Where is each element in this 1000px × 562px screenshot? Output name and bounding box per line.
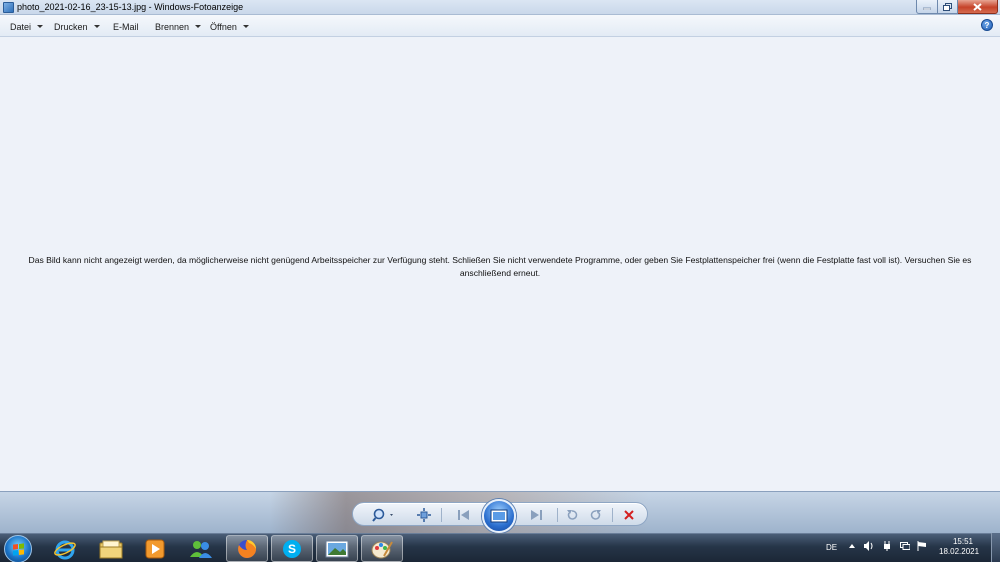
rotate-right-button[interactable] — [587, 507, 605, 523]
power-plug-icon[interactable] — [882, 541, 892, 551]
language-indicator[interactable]: DE — [826, 543, 837, 552]
slideshow-icon — [490, 509, 508, 523]
slideshow-button[interactable] — [482, 499, 516, 533]
window-controls — [916, 0, 998, 14]
delete-icon — [624, 510, 634, 520]
menu-oeffnen[interactable]: Öffnen — [210, 20, 249, 33]
skype-icon: S — [283, 539, 301, 558]
maximize-button[interactable] — [938, 0, 958, 14]
firefox-icon — [238, 539, 257, 558]
svg-text:S: S — [288, 542, 296, 556]
rotate-left-icon — [567, 510, 578, 520]
volume-icon[interactable] — [863, 541, 873, 551]
title-bar: photo_2021-02-16_23-15-13.jpg - Windows-… — [0, 0, 1000, 15]
taskbar-app-explorer[interactable] — [90, 535, 132, 562]
windows-logo-icon — [13, 543, 24, 556]
menu-bar: Datei Drucken E-Mail Brennen Öffnen — [0, 15, 1000, 37]
close-icon — [973, 2, 982, 11]
taskbar-app-skype[interactable]: S — [271, 535, 313, 562]
clock-date: 18.02.2021 — [939, 547, 980, 556]
taskbar-app-photo-viewer[interactable] — [316, 535, 358, 562]
divider — [441, 508, 442, 522]
chevron-down-icon — [37, 25, 44, 28]
file-explorer-icon — [99, 540, 123, 558]
media-player-icon — [145, 539, 165, 558]
zoom-icon — [372, 508, 393, 522]
previous-icon — [458, 510, 469, 520]
start-button[interactable] — [4, 535, 32, 562]
window-title: photo_2021-02-16_23-15-13.jpg - Windows-… — [17, 2, 244, 12]
taskbar-app-firefox[interactable] — [226, 535, 268, 562]
error-message: Das Bild kann nicht angezeigt werden, da… — [28, 255, 972, 278]
taskbar-app-paint[interactable] — [361, 535, 403, 562]
clock-time: 15:51 — [952, 537, 974, 546]
menu-brennen[interactable]: Brennen — [155, 20, 202, 33]
show-desktop-button[interactable] — [991, 533, 1000, 562]
zoom-button[interactable] — [371, 507, 397, 523]
internet-explorer-icon — [54, 540, 76, 559]
action-center-flag-icon[interactable] — [917, 541, 927, 551]
taskbar-app-messenger[interactable] — [180, 535, 222, 562]
help-icon[interactable]: ? — [981, 19, 993, 31]
chevron-down-icon — [93, 25, 100, 28]
chevron-down-icon — [195, 25, 202, 28]
fit-window-icon — [417, 508, 431, 522]
menu-drucken[interactable]: Drucken — [54, 20, 100, 33]
image-display-area: Das Bild kann nicht angezeigt werden, da… — [0, 38, 1000, 491]
paint-icon — [371, 541, 393, 558]
divider — [612, 508, 613, 522]
menu-datei[interactable]: Datei — [10, 20, 44, 33]
restore-icon — [943, 2, 952, 11]
minimize-button[interactable] — [916, 0, 938, 14]
rotate-left-button[interactable] — [563, 507, 581, 523]
network-icon[interactable] — [900, 541, 910, 551]
delete-button[interactable] — [619, 507, 639, 523]
photo-viewer-icon — [325, 540, 349, 557]
taskbar-app-media-player[interactable] — [134, 535, 176, 562]
menu-email[interactable]: E-Mail — [113, 20, 139, 33]
next-icon — [531, 510, 542, 520]
rotate-right-icon — [590, 510, 601, 520]
close-button[interactable] — [958, 0, 998, 14]
fit-window-button[interactable] — [415, 507, 433, 523]
divider — [557, 508, 558, 522]
next-button[interactable] — [523, 507, 549, 523]
windows-live-messenger-icon — [190, 540, 212, 558]
minimize-icon — [923, 7, 931, 10]
show-hidden-icons-icon[interactable] — [847, 541, 857, 551]
clock[interactable]: 15:51 18.02.2021 — [939, 537, 979, 556]
photo-viewer-app-icon[interactable] — [3, 2, 14, 13]
previous-button[interactable] — [451, 507, 477, 523]
taskbar-app-internet-explorer[interactable] — [44, 535, 86, 562]
chevron-down-icon — [242, 25, 249, 28]
